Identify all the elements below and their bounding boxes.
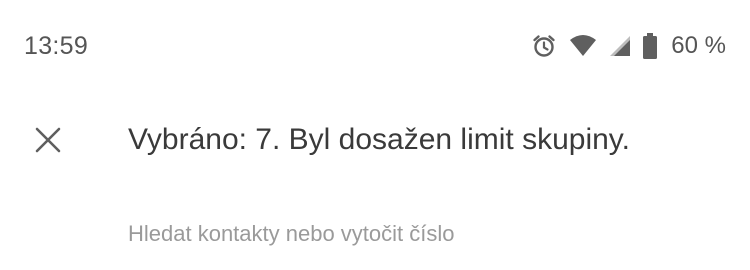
screen: 13:59 60 % Vybráno: 7. Byl dosažen limit… (0, 0, 750, 270)
status-bar: 13:59 60 % (0, 0, 750, 92)
search-input[interactable] (128, 212, 728, 256)
close-icon (35, 127, 61, 153)
status-time: 13:59 (24, 32, 89, 60)
close-button[interactable] (22, 114, 74, 166)
selection-title: Vybráno: 7. Byl dosažen limit skupiny. (128, 123, 630, 156)
search-row (0, 212, 750, 258)
wifi-icon (569, 34, 597, 58)
status-icons: 60 % (531, 30, 726, 62)
battery-percent: 60 % (671, 32, 726, 59)
battery-icon (643, 33, 658, 59)
selection-bar: Vybráno: 7. Byl dosažen limit skupiny. (0, 92, 750, 188)
alarm-icon (531, 33, 557, 59)
signal-icon (609, 34, 631, 58)
